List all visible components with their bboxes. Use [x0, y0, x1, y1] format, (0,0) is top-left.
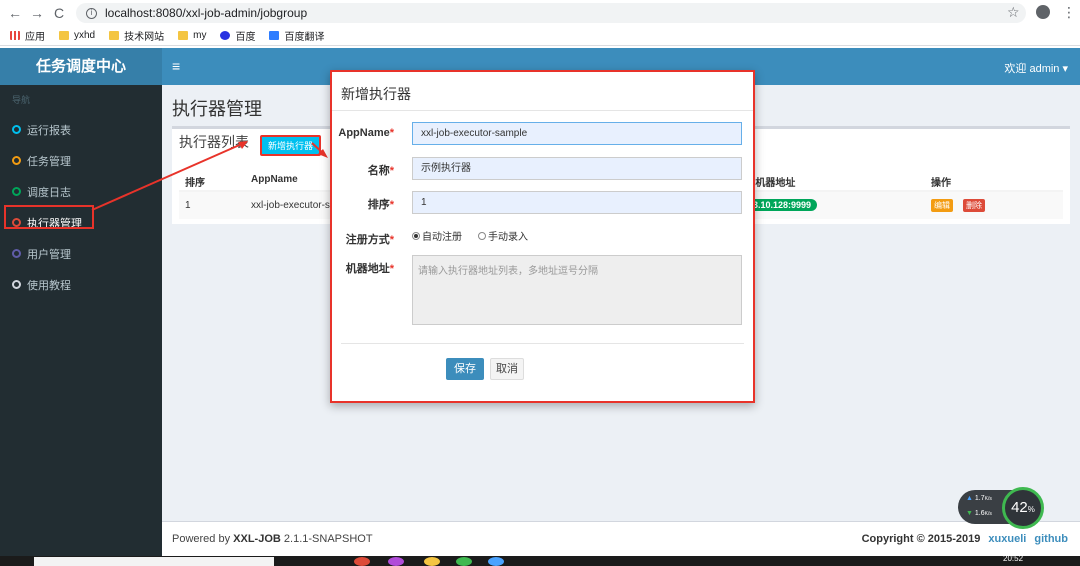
cancel-button[interactable]: 取消	[490, 358, 524, 380]
order-label: 排序*	[367, 199, 394, 211]
register-type-group: 自动注册 手动录入	[412, 228, 528, 243]
address-textarea[interactable]: 请输入执行器地址列表，多地址逗号分隔	[412, 255, 742, 325]
divider	[332, 110, 753, 111]
divider	[341, 343, 744, 344]
address-label: 机器地址*	[345, 263, 394, 275]
arrow-line-1	[91, 142, 245, 211]
title-label: 名称*	[367, 165, 394, 177]
appname-input[interactable]: xxl-job-executor-sample	[412, 122, 742, 145]
title-input[interactable]: 示例执行器	[412, 157, 742, 180]
save-button[interactable]: 保存	[446, 358, 484, 380]
radio-auto[interactable]	[412, 231, 420, 240]
register-type-label: 注册方式*	[345, 234, 394, 246]
appname-label: AppName*	[338, 127, 394, 139]
modal-title: 新增执行器	[341, 86, 411, 102]
order-input[interactable]: 1	[412, 191, 742, 214]
add-executor-modal: 新增执行器 AppName* xxl-job-executor-sample 名…	[330, 70, 755, 403]
radio-manual[interactable]	[478, 231, 486, 240]
